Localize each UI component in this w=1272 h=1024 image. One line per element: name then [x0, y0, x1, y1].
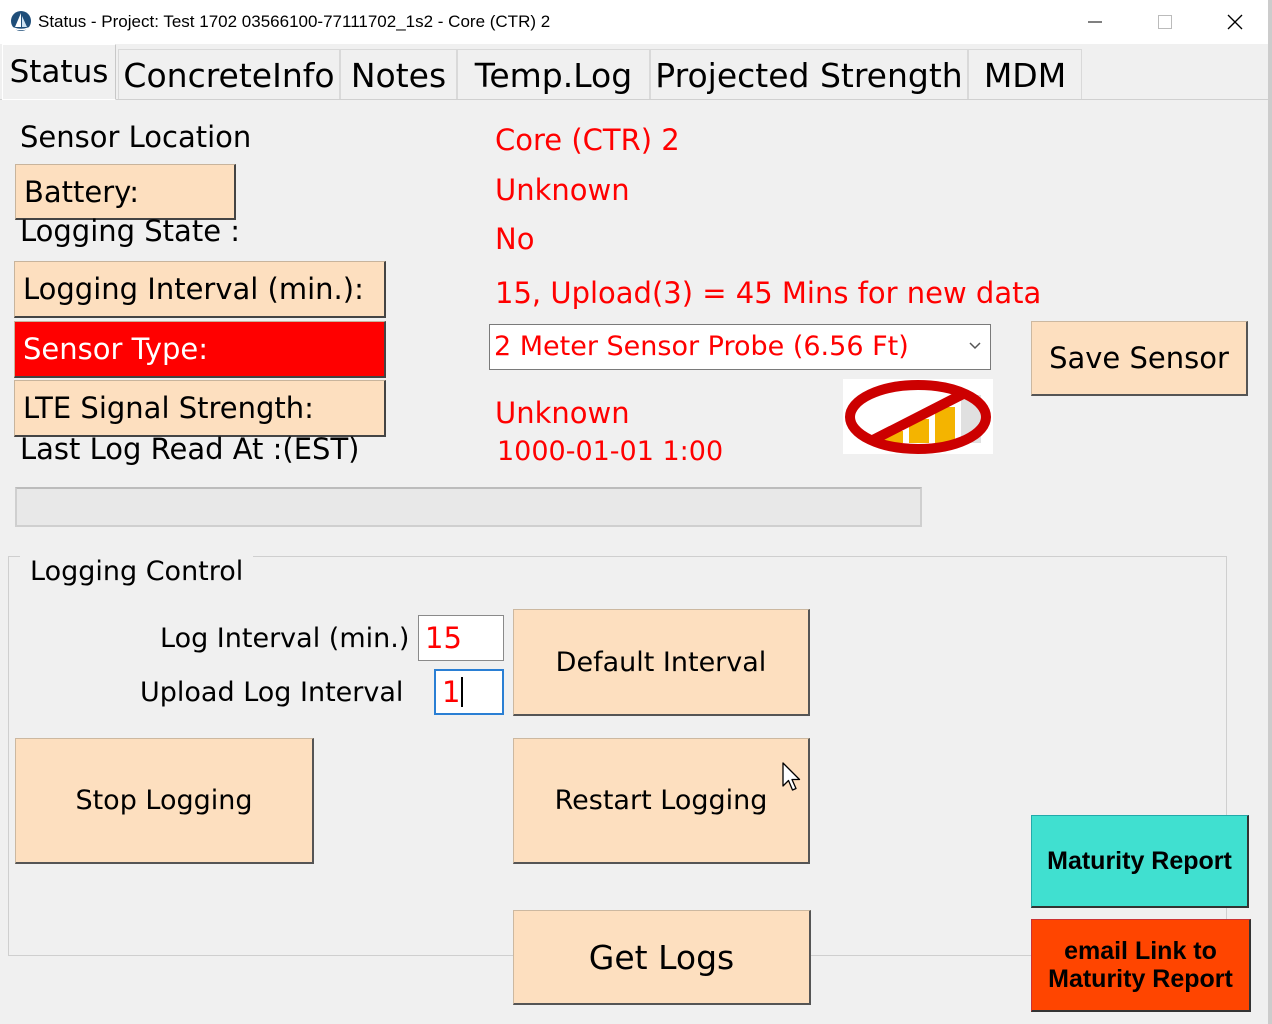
maturity-report-button[interactable]: Maturity Report [1031, 815, 1249, 908]
tab-projected-strength[interactable]: Projected Strength [650, 49, 968, 100]
save-sensor-button[interactable]: Save Sensor [1031, 321, 1248, 396]
stop-logging-button[interactable]: Stop Logging [15, 738, 314, 864]
maximize-button[interactable] [1130, 0, 1200, 44]
logging-state-label: Logging State : [20, 214, 241, 248]
logging-state-value: No [495, 222, 535, 256]
last-log-value: 1000-01-01 1:00 [497, 436, 724, 467]
window-border [1268, 0, 1272, 1024]
lte-signal-value: Unknown [495, 396, 630, 430]
log-interval-label: Log Interval (min.) [160, 623, 410, 654]
title-bar[interactable]: Status - Project: Test 1702 03566100-771… [0, 0, 1272, 44]
close-icon [1227, 14, 1243, 30]
log-interval-input[interactable]: 15 [418, 615, 504, 661]
tab-notes[interactable]: Notes [340, 49, 457, 100]
battery-button[interactable]: Battery: [15, 164, 236, 220]
sensor-location-label: Sensor Location [20, 120, 252, 154]
logging-interval-value: 15, Upload(3) = 45 Mins for new data [495, 276, 1042, 310]
tab-strip: Status ConcreteInfo Notes Temp.Log Proje… [0, 44, 1272, 100]
last-log-label: Last Log Read At :(EST) [20, 432, 360, 466]
minimize-button[interactable] [1060, 0, 1130, 44]
sensor-type-select[interactable]: 2 Meter Sensor Probe (6.56 Ft) [489, 324, 991, 370]
tab-temp-log[interactable]: Temp.Log [457, 49, 650, 100]
sensor-type-selected: 2 Meter Sensor Probe (6.56 Ft) [494, 331, 909, 362]
maximize-icon [1158, 15, 1172, 29]
upload-interval-input[interactable]: 1 [434, 669, 504, 715]
lte-signal-button[interactable]: LTE Signal Strength: [14, 380, 386, 437]
battery-value: Unknown [495, 173, 630, 207]
sensor-type-button[interactable]: Sensor Type: [14, 321, 386, 378]
sensor-location-value: Core (CTR) 2 [495, 123, 680, 157]
email-maturity-report-button[interactable]: email Link to Maturity Report [1031, 919, 1251, 1012]
tab-mdm[interactable]: MDM [968, 49, 1082, 100]
app-icon [11, 11, 31, 31]
restart-logging-button[interactable]: Restart Logging [513, 738, 810, 864]
email-link-line1: email Link to [1064, 937, 1217, 965]
progress-bar [15, 487, 922, 527]
text-cursor [461, 677, 464, 707]
chevron-down-icon [969, 342, 981, 350]
upload-interval-label: Upload Log Interval [140, 677, 404, 708]
window-title: Status - Project: Test 1702 03566100-771… [38, 12, 551, 31]
logging-control-caption: Logging Control [20, 556, 254, 587]
no-signal-icon [843, 379, 993, 454]
close-button[interactable] [1200, 0, 1270, 44]
mouse-pointer-icon [782, 762, 801, 791]
email-link-line2: Maturity Report [1048, 965, 1233, 993]
default-interval-button[interactable]: Default Interval [513, 609, 810, 716]
get-logs-button[interactable]: Get Logs [513, 910, 811, 1005]
logging-interval-button[interactable]: Logging Interval (min.): [14, 261, 386, 318]
minimize-icon [1088, 21, 1102, 23]
tab-status[interactable]: Status [2, 44, 116, 100]
upload-interval-value: 1 [442, 675, 461, 709]
tab-concreteinfo[interactable]: ConcreteInfo [118, 49, 340, 100]
